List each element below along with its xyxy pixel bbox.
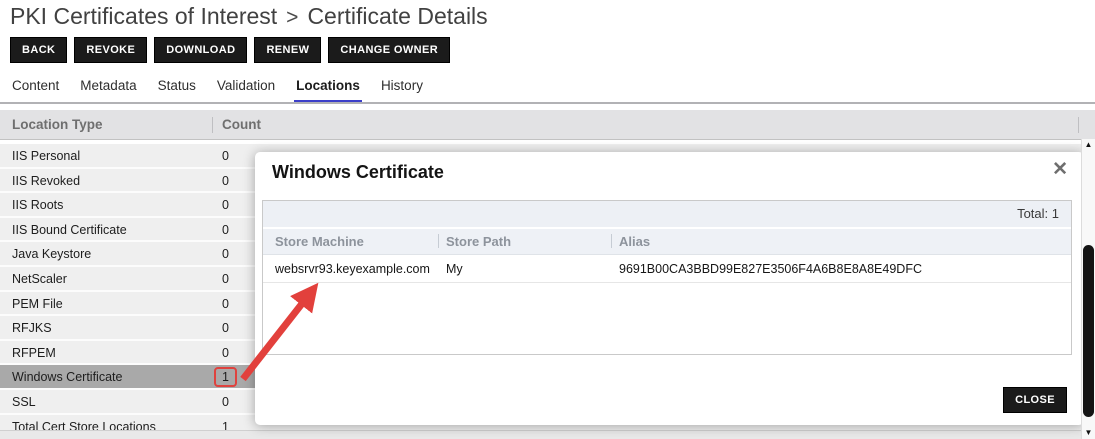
tab-locations[interactable]: Locations bbox=[294, 76, 362, 103]
breadcrumb-root[interactable]: PKI Certificates of Interest bbox=[10, 3, 277, 29]
renew-button[interactable]: RENEW bbox=[254, 37, 321, 63]
tab-content[interactable]: Content bbox=[10, 76, 61, 103]
location-type-cell: Java Keystore bbox=[12, 247, 91, 261]
column-header-store-path: Store Path bbox=[446, 234, 511, 249]
count-cell: 0 bbox=[222, 198, 229, 212]
column-header-count: Count bbox=[222, 117, 261, 132]
close-icon[interactable]: ✕ bbox=[1052, 158, 1068, 181]
count-cell: 0 bbox=[222, 247, 229, 261]
download-button[interactable]: DOWNLOAD bbox=[154, 37, 247, 63]
store-table-header: Store Machine Store Path Alias bbox=[263, 229, 1071, 255]
count-cell: 0 bbox=[222, 174, 229, 188]
column-header-location-type: Location Type bbox=[12, 117, 103, 132]
modal-title: Windows Certificate bbox=[272, 162, 444, 183]
count-cell: 0 bbox=[222, 272, 229, 286]
tab-validation[interactable]: Validation bbox=[215, 76, 277, 103]
scroll-down-icon[interactable]: ▼ bbox=[1082, 427, 1095, 439]
toolbar: BACK REVOKE DOWNLOAD RENEW CHANGE OWNER bbox=[10, 37, 450, 63]
column-header-alias: Alias bbox=[619, 234, 650, 249]
certificate-details-page: PKI Certificates of Interest > Certificate… bbox=[0, 0, 1095, 439]
tab-metadata[interactable]: Metadata bbox=[78, 76, 138, 103]
count-cell: 0 bbox=[222, 297, 229, 311]
location-table-header: Location Type Count bbox=[0, 110, 1095, 140]
location-type-cell: IIS Revoked bbox=[12, 174, 80, 188]
column-divider bbox=[611, 234, 612, 248]
store-table-rows: websrvr93.keyexample.com My 9691B00CA3BBD9… bbox=[263, 255, 1071, 283]
count-cell: 0 bbox=[222, 321, 229, 335]
store-row[interactable]: websrvr93.keyexample.com My 9691B00CA3BBD9… bbox=[263, 255, 1071, 283]
alias-cell: 9691B00CA3BBD99E827E3506F4A6B8E8A8E49DFC bbox=[619, 262, 922, 276]
location-type-cell: IIS Personal bbox=[12, 149, 80, 163]
tab-bar: Content Metadata Status Validation Locations… bbox=[10, 76, 425, 103]
count-cell: 0 bbox=[222, 395, 229, 409]
count-cell-highlighted: 1 bbox=[214, 367, 237, 387]
location-type-cell: Windows Certificate bbox=[12, 370, 122, 384]
location-type-cell: IIS Roots bbox=[12, 198, 63, 212]
breadcrumb-current: Certificate Details bbox=[307, 3, 487, 29]
column-divider bbox=[438, 234, 439, 248]
change-owner-button[interactable]: CHANGE OWNER bbox=[328, 37, 450, 63]
store-locations-table: Total: 1 Store Machine Store Path Alias … bbox=[262, 200, 1072, 355]
scrollbar-thumb[interactable] bbox=[1083, 245, 1094, 417]
tab-history[interactable]: History bbox=[379, 76, 425, 103]
column-divider bbox=[212, 117, 213, 133]
horizontal-scrollbar[interactable] bbox=[0, 430, 1081, 439]
location-type-cell: IIS Bound Certificate bbox=[12, 223, 127, 237]
total-count-label: Total: 1 bbox=[263, 201, 1071, 229]
revoke-button[interactable]: REVOKE bbox=[74, 37, 147, 63]
location-type-cell: SSL bbox=[12, 395, 36, 409]
location-type-cell: RFJKS bbox=[12, 321, 52, 335]
count-cell: 0 bbox=[222, 223, 229, 237]
column-header-store-machine: Store Machine bbox=[275, 234, 364, 249]
location-type-cell: PEM File bbox=[12, 297, 63, 311]
vertical-scrollbar[interactable]: ▲ ▼ bbox=[1081, 139, 1095, 439]
tab-divider bbox=[0, 102, 1095, 104]
store-machine-cell: websrvr93.keyexample.com bbox=[275, 262, 430, 276]
breadcrumb-separator-icon: > bbox=[286, 6, 298, 29]
windows-certificate-modal: Windows Certificate ✕ Total: 1 Store Mac… bbox=[255, 152, 1084, 425]
close-button[interactable]: CLOSE bbox=[1003, 387, 1067, 413]
tab-status[interactable]: Status bbox=[156, 76, 198, 103]
breadcrumb: PKI Certificates of Interest > Certificate… bbox=[10, 0, 488, 32]
store-path-cell: My bbox=[446, 262, 463, 276]
scroll-up-icon[interactable]: ▲ bbox=[1082, 139, 1095, 151]
location-type-cell: NetScaler bbox=[12, 272, 67, 286]
count-cell: 0 bbox=[222, 149, 229, 163]
location-type-cell: RFPEM bbox=[12, 346, 56, 360]
column-divider bbox=[1078, 117, 1079, 133]
count-cell: 0 bbox=[222, 346, 229, 360]
back-button[interactable]: BACK bbox=[10, 37, 67, 63]
